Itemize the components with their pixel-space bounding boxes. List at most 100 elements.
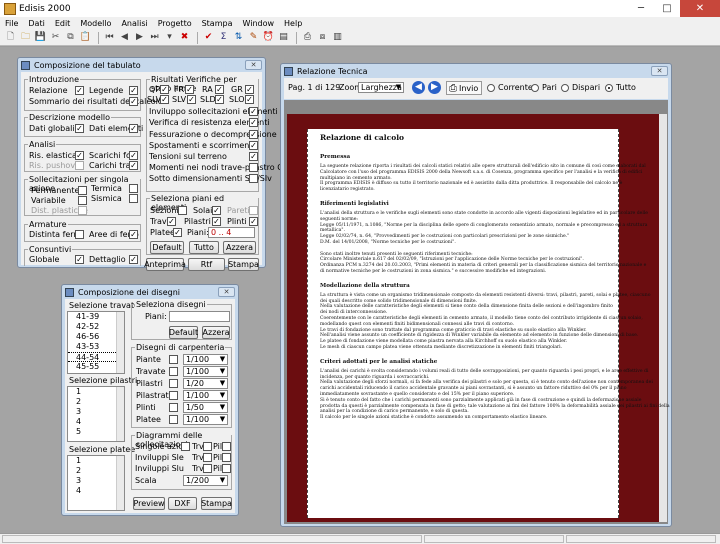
carpenteria-row-checkbox[interactable] [169,355,178,364]
disegni-piani-input[interactable] [169,311,230,322]
permanente-checkbox[interactable] [78,186,87,195]
tutto-button[interactable]: Tutto [189,241,219,254]
menu-stampa[interactable]: Stampa [197,19,238,28]
platee-list[interactable]: 1234 [67,455,125,511]
ris-elastica-checkbox[interactable]: ✓ [75,151,84,160]
prev-page-icon[interactable]: ◀ [412,81,425,94]
dxf-button[interactable]: DXF [168,497,197,510]
chevron-down-icon[interactable]: ▼ [218,355,227,364]
preview-button[interactable]: Preview [133,497,165,510]
calc-icon[interactable]: Σ [217,32,230,44]
next-icon[interactable]: ▶ [133,32,146,44]
pareti-checkbox[interactable] [249,206,258,215]
fessurazione-checkbox[interactable]: ✓ [249,130,258,139]
sismica-checkbox[interactable] [129,194,138,203]
sle-trv-checkbox[interactable] [203,453,212,462]
minimize-button[interactable]: ─ [628,0,654,17]
rtf-button[interactable]: Rtf [188,258,225,271]
slu-trv-checkbox[interactable] [203,464,212,473]
azzera-button[interactable]: Azzera [223,241,256,254]
carpenteria-row-checkbox[interactable] [169,379,178,388]
stampa-button[interactable]: Stampa [228,258,259,271]
check-icon[interactable]: ✔ [202,32,215,44]
last-icon[interactable]: ⏭ [148,32,161,44]
copy-icon[interactable]: ⧉ [64,32,77,44]
travate-list[interactable]: 41-39 42-52 46-56 43-53 44-54 45-55 [67,311,125,374]
qp-checkbox[interactable]: ✓ [160,85,169,94]
radio-pari[interactable] [531,84,539,92]
menu-window[interactable]: Window [237,19,279,28]
ra-checkbox[interactable]: ✓ [215,85,224,94]
sezioni-checkbox[interactable] [178,206,187,215]
document-icon[interactable]: ▥ [331,32,344,44]
tensioni-checkbox[interactable]: ✓ [249,152,258,161]
slu-checkbox[interactable]: ✓ [160,95,169,104]
menu-file[interactable]: File [0,19,23,28]
travi-checkbox[interactable]: ✓ [167,217,176,226]
chevron-down-icon[interactable]: ▼ [218,415,227,424]
disegni-azzera-button[interactable]: Azzera [202,326,230,339]
termica-checkbox[interactable] [129,184,138,193]
save-icon[interactable]: 💾 [34,32,47,44]
cut-icon[interactable]: ✂ [49,32,62,44]
dist-plastiche-checkbox[interactable] [78,206,87,215]
distinta-ferri-checkbox[interactable] [75,230,84,239]
clock-icon[interactable]: ⏰ [262,32,275,44]
scale-select[interactable]: 1/50 ▼ [183,402,228,413]
tabulato-close-icon[interactable]: ✕ [245,60,262,70]
menu-help[interactable]: Help [279,19,307,28]
filter-icon[interactable]: ⇅ [232,32,245,44]
radio-corrente[interactable] [487,84,495,92]
scrollbar[interactable] [116,387,124,441]
piani-input[interactable]: 0 .. 4 [208,227,255,238]
chevron-down-icon[interactable]: ▼ [218,403,227,412]
legende-checkbox[interactable]: ✓ [129,86,138,95]
globale-checkbox[interactable]: ✓ [75,255,84,264]
radio-dispari[interactable] [561,84,569,92]
first-icon[interactable]: ⏮ [103,32,116,44]
spostamenti-checkbox[interactable]: ✓ [249,141,258,150]
sld-checkbox[interactable]: ✓ [215,95,224,104]
default-button[interactable]: Default [150,241,184,254]
new-icon[interactable]: 🗋 [4,32,17,44]
paste-icon[interactable]: 📋 [79,32,92,44]
chevron-down-icon[interactable]: ▼ [218,367,227,376]
chevron-down-icon[interactable]: ▼ [394,83,403,92]
ris-pushover-checkbox[interactable] [75,161,84,170]
pilastri-list[interactable]: 12345 [67,386,125,442]
chevron-down-icon[interactable]: ▼ [218,476,227,485]
open-folder-icon[interactable]: 🗀 [19,32,32,44]
carpenteria-row-checkbox[interactable] [169,391,178,400]
insert-icon[interactable]: ▾ [163,32,176,44]
dati-elementi-checkbox[interactable]: ✓ [129,124,138,133]
delete-icon[interactable]: ✖ [178,32,191,44]
plinti-checkbox[interactable]: ✓ [249,217,258,226]
disegni-stampa-button[interactable]: Stampa [201,497,232,510]
tool-icon[interactable]: ✎ [247,32,260,44]
menu-edit[interactable]: Edit [50,19,76,28]
scrollbar[interactable] [116,312,124,373]
momenti-checkbox[interactable] [249,163,258,172]
dettaglio-checkbox[interactable]: ✓ [129,255,138,264]
anteprima-button[interactable]: Anteprima [144,258,186,271]
report-icon[interactable]: ▤ [277,32,290,44]
sottodim-checkbox[interactable] [249,174,258,183]
disegni-close-icon[interactable]: ✕ [218,287,235,297]
zoom-select[interactable]: Larghezza ▼ [358,82,404,93]
sle-pil-checkbox[interactable] [222,453,231,462]
printer-setup-icon[interactable]: ⧈ [316,32,329,44]
disegni-default-button[interactable]: Default [169,326,198,339]
prev-icon[interactable]: ◀ [118,32,131,44]
slo-checkbox[interactable]: ✓ [245,95,254,104]
relazione-checkbox[interactable]: ✓ [75,86,84,95]
menu-progetto[interactable]: Progetto [153,19,197,28]
next-page-icon[interactable]: ▶ [428,81,441,94]
variabile-checkbox[interactable] [78,196,87,205]
carpenteria-row-checkbox[interactable] [169,367,178,376]
scarichi-fon-checkbox[interactable]: ✓ [129,151,138,160]
print-icon[interactable]: ⎙ [301,32,314,44]
scrollbar[interactable] [116,456,124,510]
carpenteria-row-checkbox[interactable] [169,403,178,412]
pilastri-checkbox[interactable]: ✓ [212,217,221,226]
scale-select[interactable]: 1/100 ▼ [183,366,228,377]
